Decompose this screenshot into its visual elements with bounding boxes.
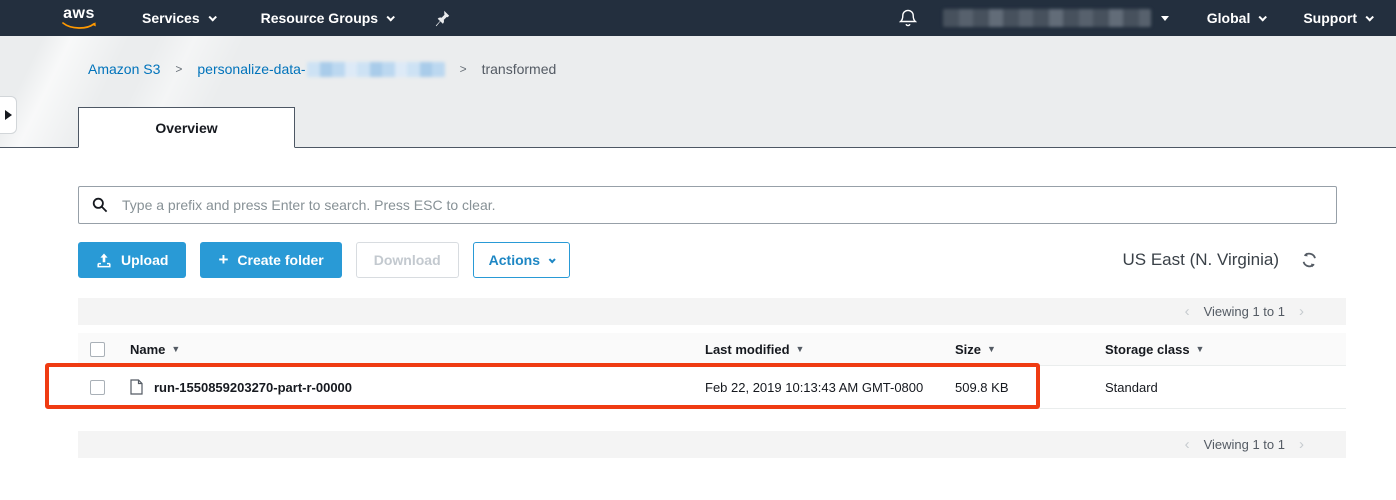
- upload-icon: [96, 253, 112, 268]
- sort-arrow-icon: ▼: [796, 344, 805, 354]
- pushpin-icon: [435, 10, 450, 27]
- aws-logo[interactable]: aws: [62, 6, 96, 30]
- next-page-icon[interactable]: ›: [1299, 304, 1304, 319]
- objects-table: Name ▼ Last modified ▼ Size ▼ Storage cl…: [78, 333, 1346, 409]
- column-header-last-modified[interactable]: Last modified ▼: [705, 342, 955, 357]
- nav-services-label: Services: [142, 10, 200, 26]
- breadcrumb-bucket-prefix: personalize-data-: [197, 61, 305, 77]
- sort-arrow-icon: ▼: [171, 344, 180, 354]
- nav-resource-groups-menu[interactable]: Resource Groups: [261, 10, 393, 26]
- actions-dropdown-button[interactable]: Actions: [473, 242, 570, 278]
- table-row: run-1550859203270-part-r-00000 Feb 22, 2…: [78, 366, 1346, 409]
- sort-arrow-icon: ▼: [987, 344, 996, 354]
- triangle-right-icon: [5, 110, 12, 120]
- expand-sidebar-handle[interactable]: [0, 96, 17, 134]
- download-button[interactable]: Download: [356, 242, 459, 278]
- nav-region-menu[interactable]: Global: [1207, 10, 1266, 26]
- object-last-modified: Feb 22, 2019 10:13:43 AM GMT-0800: [705, 380, 955, 395]
- viewing-count-label: Viewing 1 to 1: [1204, 304, 1285, 319]
- bell-icon: [899, 8, 917, 28]
- pagination-bar-top: ‹ Viewing 1 to 1 ›: [78, 298, 1346, 325]
- nav-right-group: Global Support: [899, 8, 1372, 28]
- chevron-down-icon: [208, 13, 216, 21]
- row-checkbox[interactable]: [90, 380, 105, 395]
- previous-page-icon[interactable]: ‹: [1185, 437, 1190, 452]
- nav-support-label: Support: [1303, 10, 1357, 26]
- nav-resource-groups-label: Resource Groups: [261, 10, 378, 26]
- bucket-name-redacted: [307, 62, 445, 77]
- caret-down-icon: [1161, 16, 1169, 21]
- content-area: Upload + Create folder Download Actions …: [0, 148, 1396, 458]
- chevron-down-icon: [549, 256, 556, 263]
- column-header-name-label: Name: [130, 342, 165, 357]
- page-header-band: Amazon S3 > personalize-data- > transfor…: [0, 36, 1396, 148]
- refresh-icon: [1301, 252, 1318, 268]
- upload-button[interactable]: Upload: [78, 242, 186, 278]
- breadcrumb-amazon-s3-link[interactable]: Amazon S3: [88, 61, 160, 77]
- pin-shortcut-button[interactable]: [435, 10, 450, 27]
- nav-services-menu[interactable]: Services: [142, 10, 215, 26]
- table-header-row: Name ▼ Last modified ▼ Size ▼ Storage cl…: [78, 333, 1346, 366]
- upload-button-label: Upload: [121, 252, 168, 268]
- nav-region-label: Global: [1207, 10, 1251, 26]
- column-header-size[interactable]: Size ▼: [955, 342, 1105, 357]
- object-size: 509.8 KB: [955, 380, 1105, 395]
- object-name-link[interactable]: run-1550859203270-part-r-00000: [130, 379, 705, 395]
- notifications-button[interactable]: [899, 8, 917, 28]
- create-folder-button-label: Create folder: [237, 252, 323, 268]
- download-button-label: Download: [374, 252, 441, 268]
- aws-logo-text: aws: [63, 6, 95, 22]
- column-header-size-label: Size: [955, 342, 981, 357]
- next-page-icon[interactable]: ›: [1299, 437, 1304, 452]
- top-navigation-bar: aws Services Resource Groups Global: [0, 0, 1396, 36]
- previous-page-icon[interactable]: ‹: [1185, 304, 1190, 319]
- select-all-checkbox[interactable]: [90, 342, 105, 357]
- breadcrumb-bucket-link[interactable]: personalize-data-: [197, 61, 444, 77]
- tab-overview-label: Overview: [155, 120, 217, 136]
- tab-overview[interactable]: Overview: [78, 107, 295, 148]
- region-label: US East (N. Virginia): [1122, 250, 1279, 270]
- chevron-down-icon: [387, 13, 395, 21]
- column-header-name[interactable]: Name ▼: [130, 342, 705, 357]
- object-name-label: run-1550859203270-part-r-00000: [154, 380, 352, 395]
- breadcrumb-separator: >: [175, 62, 182, 76]
- chevron-down-icon: [1259, 13, 1267, 21]
- plus-icon: +: [218, 251, 228, 268]
- viewing-count-label: Viewing 1 to 1: [1204, 437, 1285, 452]
- breadcrumb-separator: >: [460, 62, 467, 76]
- refresh-button[interactable]: [1301, 252, 1318, 268]
- chevron-down-icon: [1365, 13, 1373, 21]
- sort-arrow-icon: ▼: [1196, 344, 1205, 354]
- prefix-search-bar: [78, 186, 1337, 224]
- search-input[interactable]: [120, 196, 1326, 214]
- actions-button-label: Actions: [489, 252, 540, 268]
- file-icon: [130, 379, 143, 395]
- aws-smile-icon: [62, 22, 96, 30]
- create-folder-button[interactable]: + Create folder: [200, 242, 341, 278]
- breadcrumb: Amazon S3 > personalize-data- > transfor…: [88, 61, 556, 77]
- toolbar: Upload + Create folder Download Actions …: [78, 242, 1346, 278]
- breadcrumb-current-folder: transformed: [482, 61, 557, 77]
- account-name-redacted[interactable]: [943, 9, 1151, 27]
- column-header-storage-class-label: Storage class: [1105, 342, 1190, 357]
- pagination-bar-bottom: ‹ Viewing 1 to 1 ›: [78, 431, 1346, 458]
- nav-support-menu[interactable]: Support: [1303, 10, 1372, 26]
- column-header-last-modified-label: Last modified: [705, 342, 790, 357]
- object-storage-class: Standard: [1105, 380, 1346, 395]
- search-icon: [92, 197, 108, 213]
- column-header-storage-class[interactable]: Storage class ▼: [1105, 342, 1346, 357]
